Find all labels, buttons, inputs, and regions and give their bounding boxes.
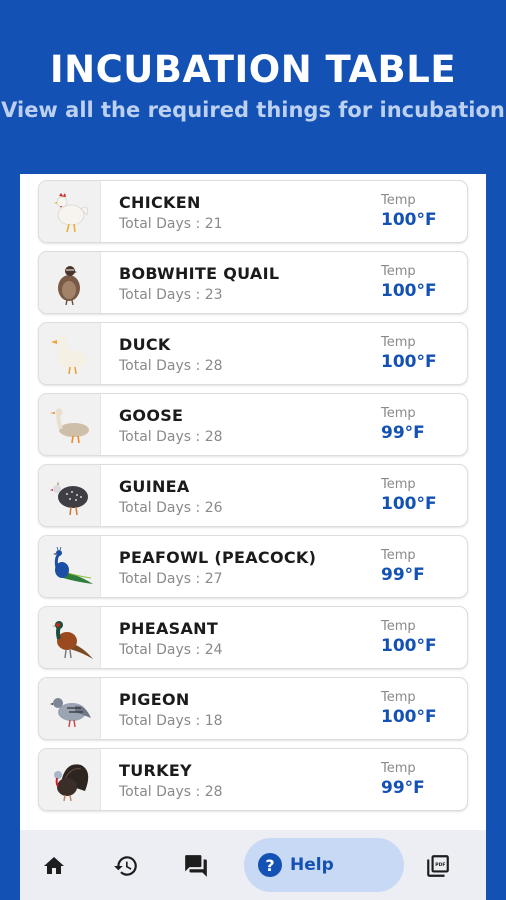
- temp-label: Temp: [381, 477, 416, 492]
- list-item[interactable]: PEAFOWL (PEACOCK) Total Days : 27 Temp 9…: [38, 535, 468, 598]
- list-item[interactable]: BOBWHITE QUAIL Total Days : 23 Temp 100°…: [38, 251, 468, 314]
- guinea-icon: [49, 480, 88, 515]
- temp-value: 100°F: [381, 494, 437, 514]
- temp-label: Temp: [381, 193, 416, 208]
- bird-thumbnail: [39, 678, 101, 739]
- temp-label: Temp: [381, 406, 416, 421]
- temp-label: Temp: [381, 761, 416, 776]
- help-button[interactable]: ? Help: [244, 838, 404, 892]
- page-subtitle: View all the required things for incubat…: [1, 98, 505, 122]
- list-item[interactable]: GOOSE Total Days : 28 Temp 99°F: [38, 393, 468, 456]
- temp-label: Temp: [381, 548, 416, 563]
- temp-value: 99°F: [381, 565, 425, 585]
- list-item[interactable]: PHEASANT Total Days : 24 Temp 100°F: [38, 606, 468, 669]
- list-item[interactable]: DUCK Total Days : 28 Temp 100°F: [38, 322, 468, 385]
- incubation-days: Total Days : 27: [119, 571, 223, 587]
- bird-name: CHICKEN: [119, 193, 201, 212]
- bird-thumbnail: [39, 749, 101, 810]
- incubation-days: Total Days : 28: [119, 784, 223, 800]
- bird-thumbnail: [39, 465, 101, 526]
- temp-value: 100°F: [381, 281, 437, 301]
- quail-icon: [57, 265, 80, 305]
- history-icon[interactable]: [112, 852, 140, 880]
- bird-thumbnail: [39, 252, 101, 313]
- list-item[interactable]: GUINEA Total Days : 26 Temp 100°F: [38, 464, 468, 527]
- peacock-icon: [52, 546, 93, 584]
- chicken-icon: [53, 192, 88, 232]
- temp-label: Temp: [381, 264, 416, 279]
- bird-name: TURKEY: [119, 761, 192, 780]
- incubation-days: Total Days : 26: [119, 500, 223, 516]
- pdf-icon[interactable]: PDF: [424, 852, 452, 880]
- pheasant-icon: [51, 620, 93, 659]
- svg-text:PDF: PDF: [435, 862, 445, 868]
- home-icon[interactable]: [40, 852, 68, 880]
- bird-thumbnail: [39, 607, 101, 668]
- list-item[interactable]: PIGEON Total Days : 18 Temp 100°F: [38, 677, 468, 740]
- incubation-days: Total Days : 21: [119, 216, 223, 232]
- temp-value: 100°F: [381, 707, 437, 727]
- incubation-days: Total Days : 28: [119, 358, 223, 374]
- bottom-navigation: ? Help PDF: [20, 830, 486, 900]
- bird-thumbnail: [39, 394, 101, 455]
- header: INCUBATION TABLE View all the required t…: [0, 0, 506, 170]
- temp-value: 99°F: [381, 778, 425, 798]
- page-title: INCUBATION TABLE: [49, 48, 457, 91]
- temp-value: 100°F: [381, 352, 437, 372]
- bird-name: PEAFOWL (PEACOCK): [119, 548, 317, 567]
- bird-thumbnail: [39, 181, 101, 242]
- duck-icon: [50, 335, 87, 374]
- bird-name: PIGEON: [119, 690, 190, 709]
- chat-icon[interactable]: [182, 852, 210, 880]
- help-icon: ?: [258, 853, 282, 877]
- incubation-days: Total Days : 18: [119, 713, 223, 729]
- list-item[interactable]: TURKEY Total Days : 28 Temp 99°F: [38, 748, 468, 811]
- temp-value: 100°F: [381, 210, 437, 230]
- temp-label: Temp: [381, 335, 416, 350]
- bird-list: CHICKEN Total Days : 21 Temp 100°F BOBWH…: [38, 180, 468, 819]
- pigeon-icon: [49, 697, 91, 727]
- bird-thumbnail: [39, 536, 101, 597]
- goose-icon: [49, 408, 89, 443]
- temp-label: Temp: [381, 619, 416, 634]
- bird-name: DUCK: [119, 335, 171, 354]
- content-panel: CHICKEN Total Days : 21 Temp 100°F BOBWH…: [20, 174, 486, 900]
- help-label: Help: [290, 855, 334, 875]
- bird-name: BOBWHITE QUAIL: [119, 264, 280, 283]
- incubation-days: Total Days : 24: [119, 642, 223, 658]
- incubation-days: Total Days : 23: [119, 287, 223, 303]
- temp-value: 100°F: [381, 636, 437, 656]
- bird-name: PHEASANT: [119, 619, 219, 638]
- temp-label: Temp: [381, 690, 416, 705]
- temp-value: 99°F: [381, 423, 425, 443]
- turkey-icon: [53, 763, 88, 801]
- bird-name: GUINEA: [119, 477, 190, 496]
- bird-thumbnail: [39, 323, 101, 384]
- list-item[interactable]: CHICKEN Total Days : 21 Temp 100°F: [38, 180, 468, 243]
- bird-name: GOOSE: [119, 406, 184, 425]
- incubation-days: Total Days : 28: [119, 429, 223, 445]
